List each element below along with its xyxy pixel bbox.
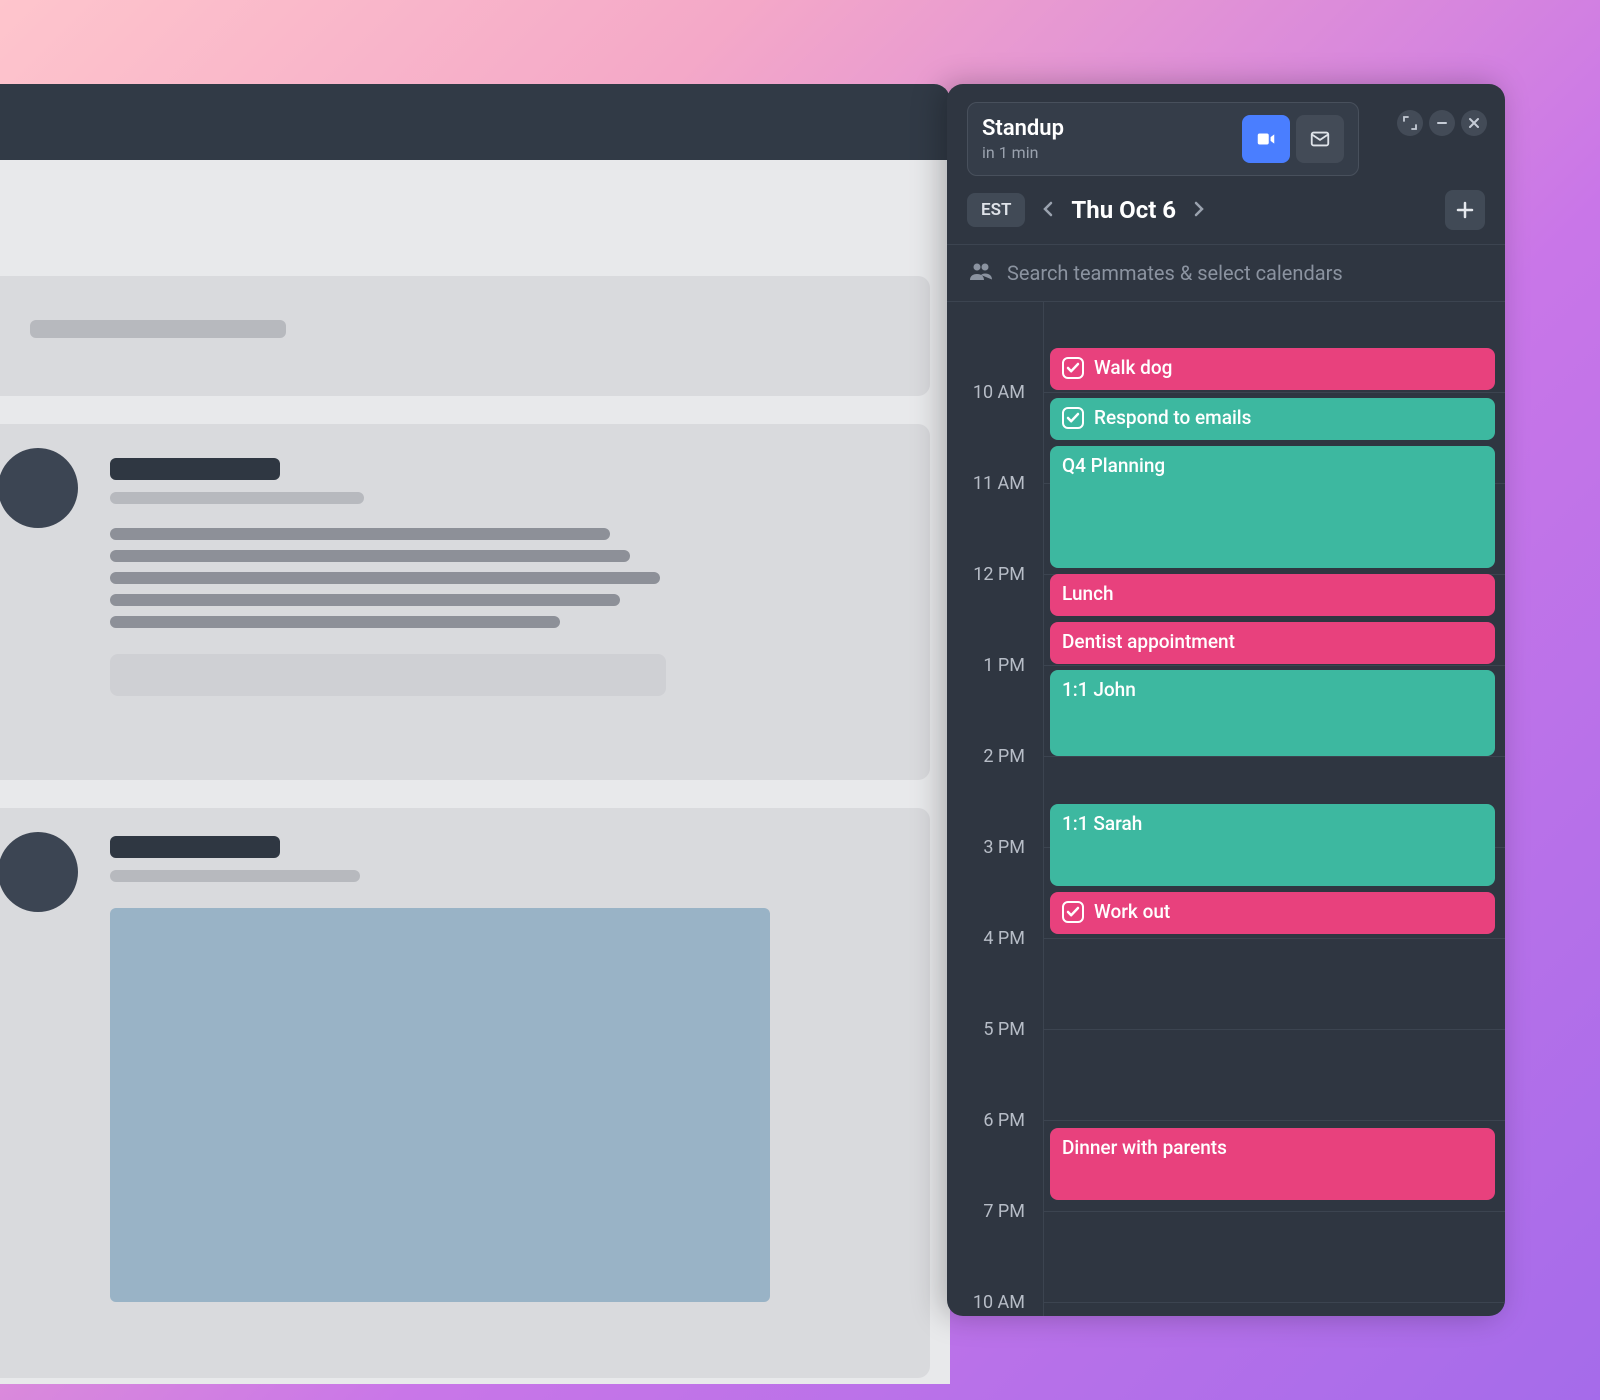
calendar-event[interactable]: Walk dog [1050,348,1495,390]
task-checkbox[interactable] [1062,407,1084,429]
hour-line [1044,665,1505,666]
current-date: Thu Oct 6 [1071,196,1176,224]
expand-button[interactable] [1397,110,1423,136]
hour-label: 6 PM [957,1110,1037,1131]
calendar-panel: Standup in 1 min EST Thu Oct 6 10 AM 11 A… [947,84,1505,1316]
calendar-event[interactable]: Work out [1050,892,1495,934]
people-icon [969,261,993,285]
background-content [0,276,930,1384]
calendar-event[interactable]: Dinner with parents [1050,1128,1495,1200]
event-title: Dinner with parents [1062,1136,1227,1159]
hour-line [1044,756,1505,757]
hour-line [1044,1120,1505,1121]
event-title: Dentist appointment [1062,630,1235,653]
upcoming-event-subtitle: in 1 min [982,143,1236,162]
hour-label: 7 PM [957,1201,1037,1222]
hour-line [1044,938,1505,939]
minimize-button[interactable] [1429,110,1455,136]
calendar-event[interactable]: 1:1 John [1050,670,1495,756]
hour-label: 3 PM [957,837,1037,858]
prev-day-button[interactable] [1035,194,1061,227]
close-button[interactable] [1461,110,1487,136]
hour-label: 10 AM [957,1292,1037,1313]
calendar-event[interactable]: Q4 Planning [1050,446,1495,568]
join-video-button[interactable] [1242,115,1290,163]
window-controls [1397,110,1487,136]
calendar-event[interactable]: Respond to emails [1050,398,1495,440]
email-button[interactable] [1296,115,1344,163]
upcoming-event-title: Standup [982,116,1236,141]
calendar-event[interactable]: Dentist appointment [1050,622,1495,664]
next-day-button[interactable] [1186,194,1212,227]
event-title: Lunch [1062,582,1114,605]
hour-label: 12 PM [957,564,1037,585]
timeline[interactable]: 10 AM 11 AM 12 PM 1 PM 2 PM 3 PM 4 PM 5 PM 6 PM 7… [947,302,1505,1316]
hour-line [1044,392,1505,393]
calendar-event[interactable]: Lunch [1050,574,1495,616]
task-checkbox[interactable] [1062,901,1084,923]
event-title: 1:1 Sarah [1062,812,1142,835]
event-title: Walk dog [1094,356,1172,379]
hour-label: 2 PM [957,746,1037,767]
hour-label: 11 AM [957,473,1037,494]
event-title: 1:1 John [1062,678,1136,701]
hour-line [1044,1302,1505,1303]
search-input[interactable] [1007,261,1483,285]
event-title: Q4 Planning [1062,454,1165,477]
add-event-button[interactable] [1445,190,1485,230]
upcoming-event-card[interactable]: Standup in 1 min [967,102,1359,176]
task-checkbox[interactable] [1062,357,1084,379]
hour-label: 1 PM [957,655,1037,676]
event-title: Work out [1094,900,1170,923]
calendar-event[interactable]: 1:1 Sarah [1050,804,1495,886]
search-row [947,244,1505,302]
hour-label: 5 PM [957,1019,1037,1040]
background-app-window [0,84,950,1384]
hour-label: 10 AM [957,382,1037,403]
hour-line [1044,1029,1505,1030]
hour-line [1044,1211,1505,1212]
event-title: Respond to emails [1094,406,1251,429]
background-topbar [0,84,950,160]
date-nav-row: EST Thu Oct 6 [947,176,1505,244]
hour-label: 4 PM [957,928,1037,949]
timezone-chip[interactable]: EST [967,193,1025,227]
